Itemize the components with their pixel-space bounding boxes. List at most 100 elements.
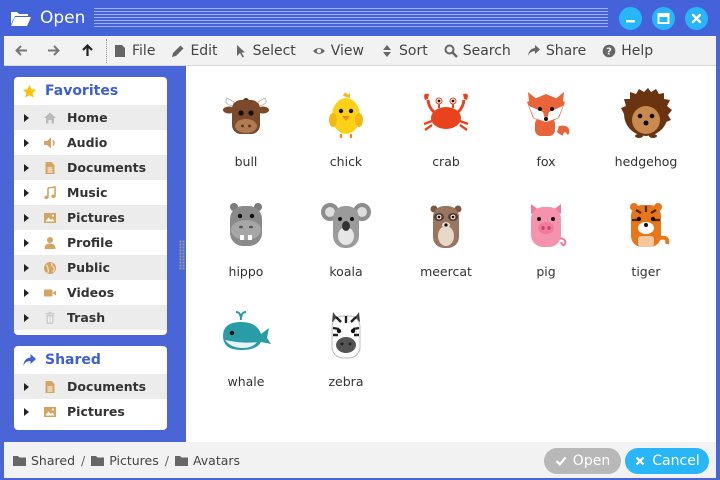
cancel-button-label: Cancel — [652, 453, 700, 469]
file-item-zebra[interactable]: zebra — [296, 308, 396, 418]
expand-icon[interactable] — [24, 138, 29, 147]
select-menu-label: Select — [252, 42, 296, 59]
music-note-icon — [43, 185, 57, 200]
sidebar: Favorites Home Audio Documents Music Pic… — [4, 66, 176, 442]
file-item-chick[interactable]: chick — [296, 88, 396, 198]
expand-icon[interactable] — [24, 407, 29, 416]
sort-icon — [383, 44, 391, 57]
maximize-button[interactable] — [652, 7, 675, 30]
close-icon — [636, 456, 645, 466]
minimize-button[interactable] — [619, 7, 642, 30]
toolbar-separator — [106, 38, 107, 63]
share-menu[interactable]: Share — [527, 43, 586, 59]
expand-icon[interactable] — [24, 263, 29, 272]
sidebar-item-shared-pictures[interactable]: Pictures — [14, 399, 167, 424]
expand-icon[interactable] — [24, 213, 29, 222]
file-item-koala[interactable]: koala — [296, 198, 396, 308]
sidebar-item-videos[interactable]: Videos — [14, 280, 167, 305]
maximize-icon — [657, 13, 670, 24]
tiger-avatar-icon — [619, 198, 673, 252]
file-name: tiger — [631, 264, 661, 279]
file-item-meercat[interactable]: meercat — [396, 198, 496, 308]
sidebar-item-public[interactable]: Public — [14, 255, 167, 280]
sidebar-item-label: Trash — [67, 310, 106, 325]
file-name: meercat — [420, 264, 472, 279]
breadcrumb-item-pictures[interactable]: Pictures — [91, 453, 159, 468]
crab-avatar-icon — [419, 88, 473, 142]
help-menu[interactable]: ? Help — [602, 43, 653, 59]
file-name: koala — [329, 264, 363, 279]
up-button[interactable] — [76, 40, 98, 62]
expand-icon[interactable] — [24, 288, 29, 297]
sidebar-item-trash[interactable]: Trash — [14, 305, 167, 330]
view-menu[interactable]: View — [312, 43, 364, 59]
sidebar-item-shared-documents[interactable]: Documents — [14, 374, 167, 399]
sidebar-item-label: Videos — [67, 285, 115, 300]
share-icon — [527, 44, 540, 56]
shared-header[interactable]: Shared — [14, 346, 167, 374]
folder-icon — [91, 455, 105, 466]
view-menu-label: View — [330, 42, 364, 59]
arrow-up-icon — [81, 43, 93, 56]
check-icon — [555, 456, 567, 466]
title-bar: Open — [0, 0, 720, 36]
sidebar-item-music[interactable]: Music — [14, 180, 167, 205]
breadcrumb-item-avatars[interactable]: Avatars — [174, 453, 240, 468]
sidebar-item-audio[interactable]: Audio — [14, 130, 167, 155]
favorites-header[interactable]: Favorites — [14, 77, 167, 105]
sidebar-item-documents[interactable]: Documents — [14, 155, 167, 180]
sidebar-item-pictures[interactable]: Pictures — [14, 205, 167, 230]
help-icon: ? — [602, 44, 616, 57]
close-button[interactable] — [685, 7, 708, 30]
sidebar-item-label: Music — [67, 185, 108, 200]
search-menu-label: Search — [462, 42, 511, 59]
select-menu[interactable]: Select — [234, 43, 296, 59]
expand-icon[interactable] — [24, 163, 29, 172]
sort-menu[interactable]: Sort — [380, 43, 428, 59]
open-button-label: Open — [572, 453, 611, 469]
file-item-hedgehog[interactable]: hedgehog — [596, 88, 696, 198]
sidebar-item-label: Documents — [67, 379, 147, 394]
forward-button[interactable] — [42, 40, 64, 62]
expand-icon[interactable] — [24, 382, 29, 391]
expand-icon[interactable] — [24, 238, 29, 247]
breadcrumb-item-shared[interactable]: Shared — [13, 453, 75, 468]
hedgehog-avatar-icon — [619, 88, 673, 142]
meercat-avatar-icon — [419, 198, 473, 252]
sidebar-item-profile[interactable]: Profile — [14, 230, 167, 255]
file-item-pig[interactable]: pig — [496, 198, 596, 308]
sidebar-item-label: Documents — [67, 160, 147, 175]
file-item-crab[interactable]: crab — [396, 88, 496, 198]
search-icon — [444, 44, 458, 58]
file-view: bull chick crab fox hedgehog hippo koala… — [186, 66, 716, 442]
back-button[interactable] — [10, 40, 32, 62]
star-icon — [22, 84, 37, 98]
file-item-hippo[interactable]: hippo — [196, 198, 296, 308]
file-item-tiger[interactable]: tiger — [596, 198, 696, 308]
sidebar-item-home[interactable]: Home — [14, 105, 167, 130]
open-button[interactable]: Open — [544, 448, 621, 474]
arrow-left-icon — [14, 45, 27, 56]
shared-title: Shared — [45, 352, 101, 368]
eye-icon — [312, 47, 325, 54]
file-name: pig — [536, 264, 556, 279]
file-menu[interactable]: File — [113, 43, 155, 59]
cancel-button[interactable]: Cancel — [625, 448, 709, 474]
expand-icon[interactable] — [24, 113, 29, 122]
expand-icon[interactable] — [24, 188, 29, 197]
title-bar-grip[interactable] — [94, 8, 608, 28]
panel-splitter-handle[interactable] — [179, 240, 185, 270]
folder-icon — [13, 455, 26, 466]
search-menu[interactable]: Search — [444, 43, 511, 59]
file-item-whale[interactable]: whale — [196, 308, 296, 418]
edit-menu[interactable]: Edit — [171, 43, 218, 59]
picture-icon — [43, 211, 57, 225]
file-name: fox — [536, 154, 556, 169]
file-name: crab — [432, 154, 460, 169]
file-item-bull[interactable]: bull — [196, 88, 296, 198]
sidebar-item-label: Audio — [67, 135, 108, 150]
file-item-fox[interactable]: fox — [496, 88, 596, 198]
close-icon — [691, 13, 702, 24]
sidebar-item-label: Profile — [67, 235, 113, 250]
expand-icon[interactable] — [24, 313, 29, 322]
